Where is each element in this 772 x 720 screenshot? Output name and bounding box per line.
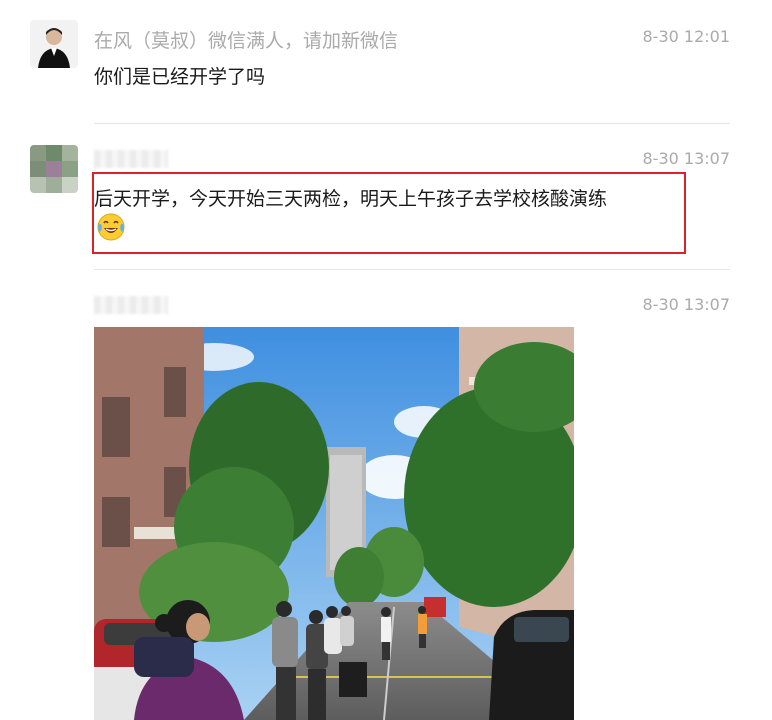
message-divider [94, 123, 730, 124]
street-queue-photo[interactable] [94, 327, 574, 720]
message-timestamp: 8-30 13:07 [642, 295, 730, 314]
message-text: 你们是已经开学了吗 [94, 66, 266, 88]
avatar[interactable] [30, 145, 78, 193]
chat-history: 在风（莫叔）微信满人，请加新微信 8-30 12:01 你们是已经开学了吗 8-… [0, 0, 772, 720]
message-divider [94, 269, 730, 270]
message-timestamp: 8-30 13:07 [642, 149, 730, 168]
avatar[interactable] [30, 20, 78, 68]
blurred-sender-name[interactable] [94, 150, 168, 168]
blurred-sender-name[interactable] [94, 296, 168, 314]
highlight-box [92, 172, 686, 254]
sender-name[interactable]: 在风（莫叔）微信满人，请加新微信 [94, 26, 398, 53]
message-timestamp: 8-30 12:01 [642, 27, 730, 46]
